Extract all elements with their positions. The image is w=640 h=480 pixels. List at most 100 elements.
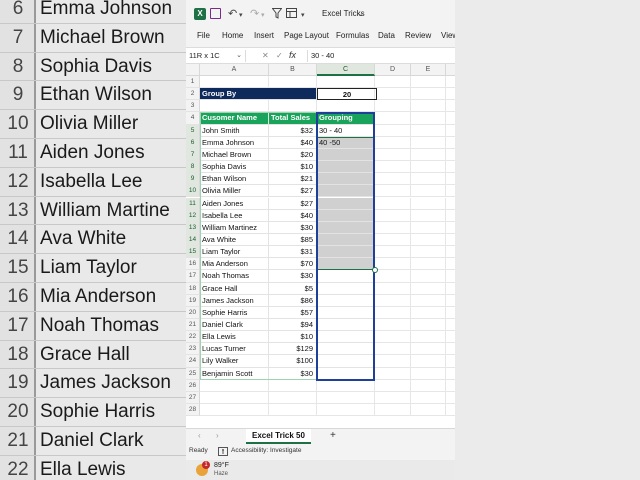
cell[interactable] <box>411 379 446 392</box>
cell[interactable] <box>375 221 411 234</box>
row-header[interactable]: 19 <box>186 294 200 307</box>
row-header[interactable]: 12 <box>186 209 200 222</box>
accessibility-icon[interactable] <box>218 447 228 456</box>
row-header[interactable]: 14 <box>186 233 200 247</box>
cell[interactable] <box>375 331 411 344</box>
redo-dropdown-icon[interactable]: ▾ <box>261 9 265 23</box>
cell[interactable] <box>411 197 446 210</box>
row-header[interactable]: 22 <box>186 331 200 344</box>
cell[interactable] <box>446 173 455 186</box>
row-header[interactable]: 15 <box>186 246 200 259</box>
cell[interactable] <box>446 222 455 234</box>
cell[interactable] <box>200 76 269 89</box>
row-header[interactable]: 28 <box>186 404 200 417</box>
name-box-dropdown-icon[interactable]: ⌄ <box>236 50 242 62</box>
cell[interactable] <box>446 343 455 356</box>
cell[interactable] <box>269 76 317 89</box>
cell[interactable] <box>411 136 446 149</box>
cell[interactable] <box>446 307 455 319</box>
enter-icon[interactable]: ✓ <box>276 51 283 60</box>
cell[interactable] <box>375 258 411 271</box>
cell[interactable] <box>200 391 269 405</box>
cell[interactable] <box>411 209 446 222</box>
row-header[interactable]: 25 <box>186 367 200 380</box>
row-header[interactable]: 6 <box>186 136 200 149</box>
cell[interactable] <box>446 331 455 344</box>
cell[interactable] <box>411 306 446 319</box>
cell[interactable] <box>446 137 455 149</box>
cell[interactable] <box>446 185 455 198</box>
cell[interactable] <box>446 88 455 101</box>
cell[interactable] <box>446 368 455 380</box>
cell[interactable] <box>446 112 455 125</box>
cell[interactable] <box>411 173 446 186</box>
undo-icon[interactable]: ↶ <box>228 7 237 21</box>
cell[interactable] <box>446 392 455 405</box>
cell[interactable] <box>446 258 455 271</box>
cell[interactable] <box>446 295 455 307</box>
tab-view[interactable]: View <box>441 31 455 40</box>
cell[interactable] <box>375 246 411 259</box>
cell[interactable] <box>411 161 446 174</box>
cell[interactable] <box>375 76 411 89</box>
cell[interactable] <box>411 331 446 344</box>
add-sheet-icon[interactable]: + <box>330 430 336 441</box>
group-by-value[interactable]: 20 <box>317 88 377 101</box>
worksheet-grid[interactable]: A B C D E 1 2 3 4 5 6 7 8 9 10 11 12 13 14 15 16 17 18 19 20 21 22… <box>186 64 455 428</box>
row-header[interactable]: 8 <box>186 161 200 174</box>
cell[interactable] <box>411 343 446 356</box>
cell[interactable] <box>446 355 455 368</box>
cell[interactable] <box>375 404 411 417</box>
accessibility-status[interactable]: Accessibility: Investigate <box>231 447 301 454</box>
cell[interactable] <box>269 100 317 113</box>
row-header[interactable]: 18 <box>186 282 200 295</box>
cell[interactable] <box>317 100 375 113</box>
cell[interactable] <box>375 270 411 283</box>
cell[interactable] <box>411 76 446 89</box>
select-all-corner[interactable] <box>186 64 200 76</box>
cell[interactable] <box>446 319 455 332</box>
next-sheet-icon[interactable]: › <box>216 431 219 440</box>
cell[interactable] <box>446 283 455 295</box>
cell[interactable] <box>411 185 446 198</box>
cell[interactable] <box>411 88 446 101</box>
row-header[interactable]: 27 <box>186 391 200 405</box>
formula-input[interactable]: 30 - 40 <box>307 50 334 62</box>
cell[interactable] <box>411 100 446 113</box>
cell[interactable] <box>446 380 455 392</box>
cell[interactable] <box>317 404 375 417</box>
cell[interactable] <box>411 124 446 137</box>
row-header[interactable]: 4 <box>186 112 200 125</box>
cell[interactable] <box>375 282 411 295</box>
column-header-f[interactable] <box>446 64 455 76</box>
save-icon[interactable] <box>210 8 221 19</box>
undo-dropdown-icon[interactable]: ▾ <box>239 9 243 23</box>
cell[interactable] <box>200 379 269 392</box>
cell[interactable] <box>411 246 446 259</box>
cell[interactable] <box>411 258 446 271</box>
cell[interactable] <box>411 270 446 283</box>
row-header[interactable]: 9 <box>186 173 200 186</box>
cell[interactable] <box>200 100 269 113</box>
cell[interactable] <box>411 112 446 125</box>
insert-function-icon[interactable]: fx <box>289 49 296 62</box>
cell[interactable] <box>269 404 317 417</box>
cell[interactable] <box>375 185 411 198</box>
filter-icon[interactable] <box>272 8 282 19</box>
cell[interactable] <box>375 124 411 137</box>
cell[interactable] <box>446 210 455 222</box>
name-box[interactable]: 11R x 1C ⌄ <box>189 50 246 62</box>
cell[interactable] <box>269 391 317 405</box>
cell[interactable] <box>317 379 375 392</box>
column-header-b[interactable]: B <box>269 64 317 76</box>
cell[interactable] <box>446 76 455 89</box>
cell[interactable] <box>375 161 411 174</box>
row-header[interactable]: 21 <box>186 319 200 332</box>
cell[interactable] <box>375 112 411 125</box>
cell[interactable] <box>411 391 446 405</box>
form-icon[interactable] <box>286 8 297 18</box>
row-header[interactable]: 16 <box>186 258 200 271</box>
cell[interactable] <box>375 173 411 186</box>
cell[interactable] <box>375 391 411 405</box>
cell[interactable] <box>375 319 411 332</box>
